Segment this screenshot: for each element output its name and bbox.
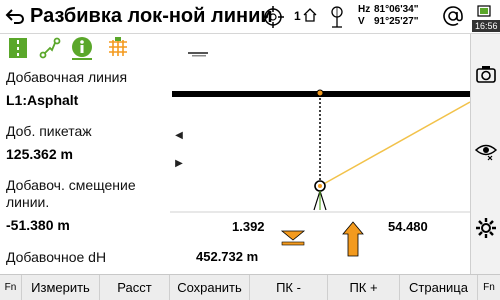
face-count: 1 — [294, 9, 301, 23]
right-toolbar — [470, 34, 500, 274]
chainage-label: Доб. пикетаж — [6, 123, 92, 139]
alignment-tab-icon[interactable] — [38, 36, 62, 60]
title-bar: Разбивка лок-ной линии 1 Hz 81°06'34" V 91… — [0, 0, 500, 34]
dh-label: Добавочное dH — [6, 249, 107, 265]
page-button[interactable]: Страница — [400, 275, 478, 300]
fn-left-button[interactable]: Fn — [0, 275, 22, 300]
hz-label: Hz — [358, 4, 371, 15]
forward-readout: 54.480 — [388, 219, 428, 234]
measure-button[interactable]: Измерить — [22, 275, 100, 300]
stakeout-graphic[interactable] — [170, 34, 470, 274]
at-sign-icon[interactable] — [442, 5, 464, 27]
info-tabs — [6, 36, 166, 62]
map-scroll-left-icon[interactable]: ◀ — [172, 127, 186, 145]
distance-readout: 452.732 m — [196, 249, 259, 264]
battery-icon — [477, 5, 491, 17]
v-label: V — [358, 16, 365, 27]
softkey-bar: Fn Измерить Расст Сохранить ПК - ПК + Ст… — [0, 274, 500, 300]
pk-minus-button[interactable]: ПК - — [250, 275, 328, 300]
distance-button[interactable]: Расст — [100, 275, 170, 300]
pk-plus-button[interactable]: ПК + — [328, 275, 400, 300]
info-panel: Добавочная линия L1:Asphalt Доб. пикетаж… — [0, 34, 170, 274]
v-value: 91°25'27" — [374, 16, 419, 27]
line-label: Добавочная линия — [6, 69, 128, 85]
grid-tab-icon[interactable] — [106, 36, 130, 60]
crosshair-target-icon[interactable] — [262, 6, 284, 28]
settings-gear-icon[interactable] — [474, 216, 498, 240]
camera-icon[interactable] — [474, 62, 498, 86]
hz-value: 81°06'34" — [374, 4, 419, 15]
offset-value: -51.380 m — [6, 217, 70, 233]
page-title: Разбивка лок-ной линии — [30, 5, 273, 27]
chainage-value: 125.362 m — [6, 146, 73, 162]
height-diff-readout: 1.392 — [232, 219, 265, 234]
road-tab-icon[interactable] — [6, 36, 30, 60]
view-eye-icon[interactable] — [474, 138, 498, 162]
save-button[interactable]: Сохранить — [170, 275, 250, 300]
face-house-icon — [303, 8, 317, 22]
clock: 16:56 — [472, 20, 500, 32]
back-arrow-icon[interactable] — [4, 6, 26, 28]
reflector-prism-icon[interactable] — [326, 5, 348, 29]
offset-label-line1: Добавоч. смещение — [6, 177, 136, 193]
line-value: L1:Asphalt — [6, 92, 79, 108]
map-scroll-right-icon[interactable]: ▶ — [172, 155, 186, 173]
face-indicator[interactable]: 1 — [294, 9, 301, 23]
target-point — [316, 89, 324, 97]
offset-label-line2: линии. — [6, 194, 50, 210]
angle-readout: Hz 81°06'34" V 91°25'27" — [358, 4, 419, 28]
fn-right-button[interactable]: Fn — [478, 275, 500, 300]
info-tab-icon[interactable] — [70, 36, 94, 60]
